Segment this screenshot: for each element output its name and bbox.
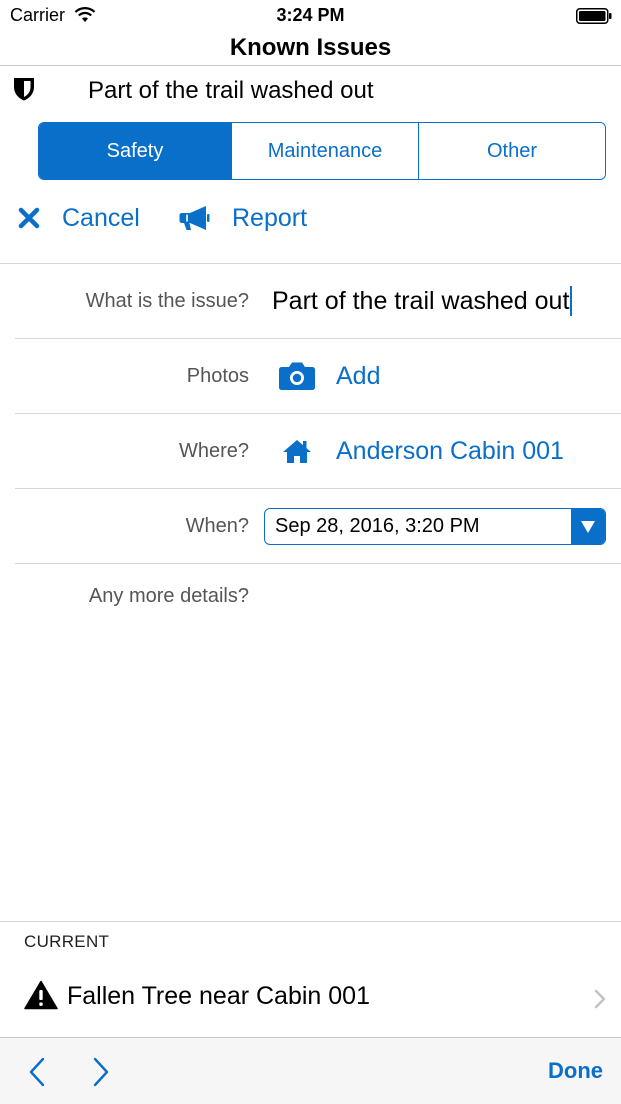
where-label: Where? xyxy=(178,440,249,462)
location-link[interactable]: Anderson Cabin 001 xyxy=(282,414,564,488)
row-divider xyxy=(15,563,621,564)
issue-input[interactable]: Part of the trail washed out xyxy=(272,264,573,338)
report-button[interactable]: Report xyxy=(178,196,307,240)
text-caret xyxy=(570,286,573,316)
date-value: Sep 28, 2016, 3:20 PM xyxy=(275,515,480,537)
action-bar: Cancel Report xyxy=(0,196,621,240)
home-icon xyxy=(283,440,311,463)
date-picker[interactable]: Sep 28, 2016, 3:20 PM xyxy=(264,508,606,545)
section-divider xyxy=(0,921,621,922)
chevron-right-icon xyxy=(594,989,606,1009)
page-title: Known Issues xyxy=(229,34,392,61)
list-item[interactable]: Fallen Tree near Cabin 001 xyxy=(0,968,621,1032)
battery-icon xyxy=(576,8,612,24)
nav-divider xyxy=(0,65,621,66)
segment-other[interactable]: Other xyxy=(418,123,605,179)
details-label: Any more details? xyxy=(88,585,249,607)
status-time: 3:24 PM xyxy=(276,5,345,25)
photos-row: Photos Add xyxy=(0,339,621,413)
category-segmented-control: Safety Maintenance Other xyxy=(38,122,606,180)
done-button[interactable]: Done xyxy=(548,1058,603,1084)
segment-safety[interactable]: Safety xyxy=(39,123,231,179)
photos-label: Photos xyxy=(186,365,249,387)
current-section-header: CURRENT xyxy=(24,932,110,951)
segment-maintenance[interactable]: Maintenance xyxy=(231,123,418,179)
dropdown-button[interactable] xyxy=(571,509,605,544)
issue-header: Part of the trail washed out xyxy=(0,68,621,114)
chevron-right-icon[interactable] xyxy=(90,1056,112,1088)
bottom-toolbar: Done xyxy=(0,1037,621,1104)
warning-icon xyxy=(24,980,58,1010)
where-row: Where? Anderson Cabin 001 xyxy=(0,414,621,488)
when-label: When? xyxy=(185,515,249,537)
issue-input-text: Part of the trail washed out xyxy=(272,286,570,315)
issue-row: What is the issue? Part of the trail was… xyxy=(0,264,621,338)
status-bar: Carrier 3:24 PM xyxy=(0,0,621,32)
cancel-button[interactable]: Cancel xyxy=(18,196,140,240)
add-photo-button[interactable]: Add xyxy=(278,339,380,413)
list-item-label: Fallen Tree near Cabin 001 xyxy=(67,982,370,1010)
shield-icon xyxy=(14,78,34,101)
location-label: Anderson Cabin 001 xyxy=(336,436,564,465)
megaphone-icon xyxy=(179,206,210,230)
report-label: Report xyxy=(232,203,308,232)
details-textarea[interactable] xyxy=(264,572,606,912)
issue-label: What is the issue? xyxy=(85,290,249,312)
camera-icon xyxy=(279,362,315,390)
close-icon xyxy=(18,207,40,229)
issue-header-title: Part of the trail washed out xyxy=(88,77,374,104)
triangle-down-icon xyxy=(581,520,595,533)
cancel-label: Cancel xyxy=(62,203,140,232)
chevron-left-icon[interactable] xyxy=(26,1056,48,1088)
add-photo-label: Add xyxy=(336,361,381,390)
